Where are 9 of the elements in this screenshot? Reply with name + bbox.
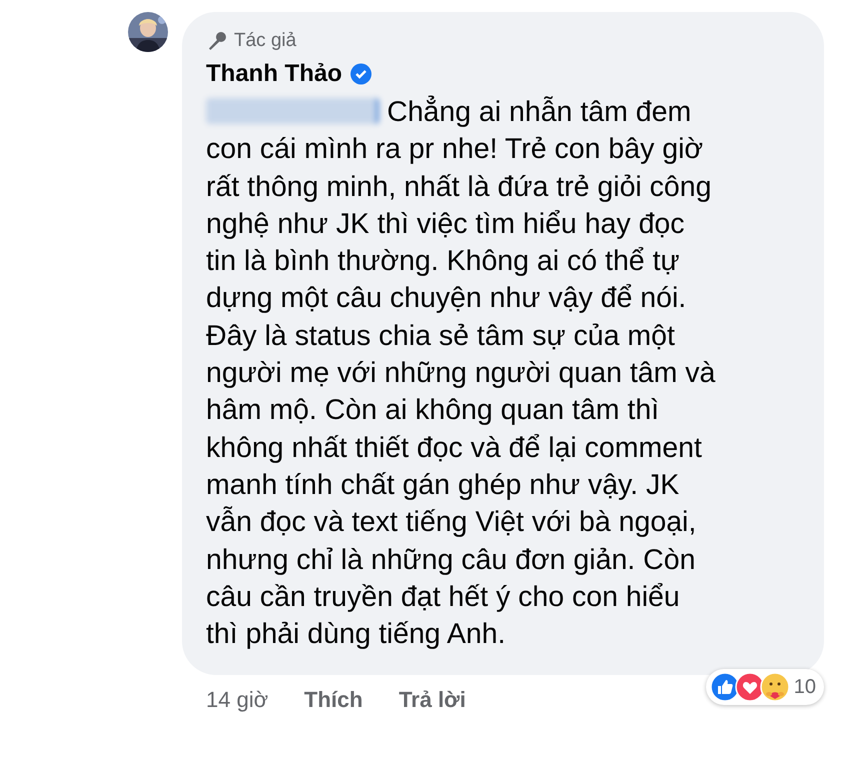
comment-action[interactable]: Thích (304, 687, 363, 714)
author-name[interactable]: Thanh Thảo (206, 60, 342, 88)
comment-text: Chẳng ai nhẫn tâm đem con cái mình ra pr nhe! Trẻ con bây giờ rất thông minh, nhất là đứa trẻ giỏi công nghệ như JK thì việc tìm hiểu hay đọc tin là bình thường. Không ai có thể tự dựng một câu chuyện như vậy để nói. Đây là status chia sẻ tâm sự của một người mẹ với những người quan tâm và hâm mộ. Còn ai không quan tâm thì không nhất thiết đọc và để lại comment manh tính chất gán ghép như vậy. JK vẫn đọc và text tiếng Việt với bà ngoại, nhưng chỉ là những câu đơn giản. Còn câu cần truyền đạt hết ý cho con hiểu thì phải dùng tiếng Anh. (206, 96, 716, 650)
author-label: Tác giả (234, 30, 296, 52)
comment-action[interactable]: Trả lời (398, 687, 466, 714)
microphone-icon (206, 30, 228, 52)
reaction-count: 10 (794, 676, 816, 699)
reaction-summary[interactable]: 10 (706, 669, 824, 706)
comment-time[interactable]: 14 giờ (206, 687, 268, 714)
